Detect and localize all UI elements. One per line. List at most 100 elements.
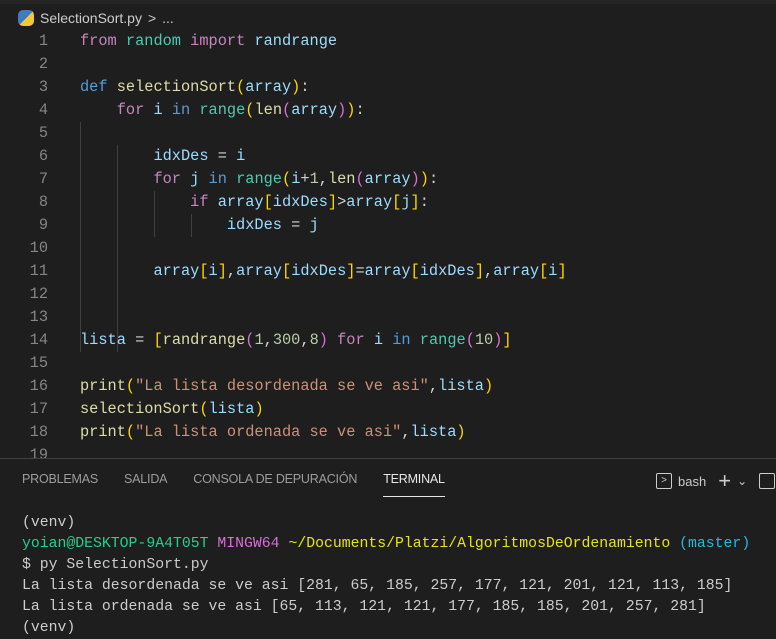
tab-terminal[interactable]: TERMINAL <box>383 470 445 497</box>
code-token: ( <box>199 400 209 418</box>
tab-consola[interactable]: CONSOLA DE DEPURACIÓN <box>193 470 357 496</box>
code-token: ] <box>410 193 420 211</box>
breadcrumb[interactable]: SelectionSort.py > ... <box>18 8 174 28</box>
code-token: , <box>484 262 494 280</box>
code-text: for j in range(i+1,len(array)): <box>80 168 438 191</box>
code-token: "La lista desordenada se ve asi" <box>135 377 429 395</box>
code-token: range <box>236 170 282 188</box>
terminal-line: (venv) <box>22 620 76 636</box>
code-token: print <box>80 377 126 395</box>
code-token: i <box>153 101 163 119</box>
code-text: def selectionSort(array): <box>80 76 310 99</box>
breadcrumb-rest[interactable]: ... <box>162 10 174 26</box>
code-token: [ <box>392 193 402 211</box>
terminal-line: La lista ordenada se ve asi [65, 113, 12… <box>22 599 706 615</box>
terminal-output[interactable]: (venv) yoian@DESKTOP-9A4T05T MINGW64 ~/D… <box>22 513 750 639</box>
code-token: lista <box>208 400 255 418</box>
code-token: lista <box>410 423 457 441</box>
code-token: 300 <box>272 331 301 349</box>
line-number: 11 <box>29 262 48 280</box>
code-token: 8 <box>309 331 319 349</box>
code-token: ( <box>465 331 475 349</box>
prompt-user: yoian@DESKTOP-9A4T05T <box>22 536 209 552</box>
code-token: idxDes <box>226 216 282 234</box>
line-number: 13 <box>29 308 48 326</box>
code-token: def <box>80 78 108 96</box>
code-token: if <box>190 193 209 211</box>
code-token: ) <box>419 170 429 188</box>
code-token: ( <box>282 170 292 188</box>
code-token: in <box>208 170 227 188</box>
code-token: = <box>355 262 365 280</box>
code-token: ( <box>125 423 136 441</box>
tab-problemas[interactable]: PROBLEMAS <box>22 470 98 496</box>
tab-salida[interactable]: SALIDA <box>124 470 167 496</box>
code-token: , <box>401 423 411 441</box>
code-token: for <box>337 331 365 349</box>
line-number: 2 <box>38 55 48 73</box>
code-token: array <box>364 262 411 280</box>
code-token: i <box>236 147 246 165</box>
panel-divider <box>0 458 776 459</box>
code-token: = <box>125 331 154 349</box>
code-token: : <box>419 193 429 211</box>
code-token: ) <box>318 331 328 349</box>
code-token: ) <box>456 423 466 441</box>
code-token: ( <box>236 78 246 96</box>
code-token: idxDes <box>272 193 328 211</box>
code-token: for <box>153 170 181 188</box>
code-token: + <box>300 170 310 188</box>
line-number: 16 <box>29 377 48 395</box>
code-token: [ <box>282 262 292 280</box>
code-token: array <box>364 170 411 188</box>
code-token: ) <box>291 78 301 96</box>
shell-name[interactable]: bash <box>678 474 706 489</box>
code-token: > <box>337 193 347 211</box>
code-text: if array[idxDes]>array[j]: <box>80 191 429 214</box>
terminal-line: (venv) <box>22 515 76 531</box>
code-token: array <box>236 262 282 280</box>
python-file-icon <box>18 10 34 26</box>
terminal-command: $ py SelectionSort.py <box>22 557 209 573</box>
code-editor[interactable]: 1 from random import randrange 2 3 def selec… <box>0 30 776 458</box>
code-token: , <box>318 170 328 188</box>
code-token: lista <box>80 331 126 349</box>
code-token: range <box>419 331 466 349</box>
prompt-branch: (master) <box>679 536 751 552</box>
code-token: array <box>493 262 540 280</box>
code-token: range <box>199 101 246 119</box>
code-token: randrange <box>254 32 338 50</box>
code-text: for i in range(len(array)): <box>80 99 365 122</box>
terminal-line: La lista desordenada se ve asi [281, 65,… <box>22 578 733 594</box>
code-text: array[i],array[idxDes]=array[idxDes],arr… <box>80 260 566 283</box>
code-token: ) <box>337 101 347 119</box>
code-token: j <box>190 170 200 188</box>
code-token: array <box>291 101 338 119</box>
code-token: for <box>116 101 145 119</box>
code-token: 10 <box>474 331 494 349</box>
line-number: 8 <box>38 193 48 211</box>
new-terminal-button[interactable]: + <box>718 468 731 494</box>
chevron-down-icon[interactable]: ⌄ <box>737 474 747 488</box>
code-token: ( <box>125 377 136 395</box>
code-token: ( <box>282 101 292 119</box>
line-number: 19 <box>29 446 48 458</box>
breadcrumb-file[interactable]: SelectionSort.py <box>40 10 142 26</box>
code-token: i <box>208 262 218 280</box>
code-token: ] <box>502 331 512 349</box>
panel-tabs: PROBLEMAS SALIDA CONSOLA DE DEPURACIÓN TERM… <box>22 470 471 497</box>
code-token: j <box>309 216 319 234</box>
code-token: idxDes <box>291 262 347 280</box>
split-terminal-icon[interactable] <box>759 473 776 489</box>
breadcrumb-separator: > <box>147 10 157 26</box>
code-text: idxDes = i <box>80 145 245 168</box>
